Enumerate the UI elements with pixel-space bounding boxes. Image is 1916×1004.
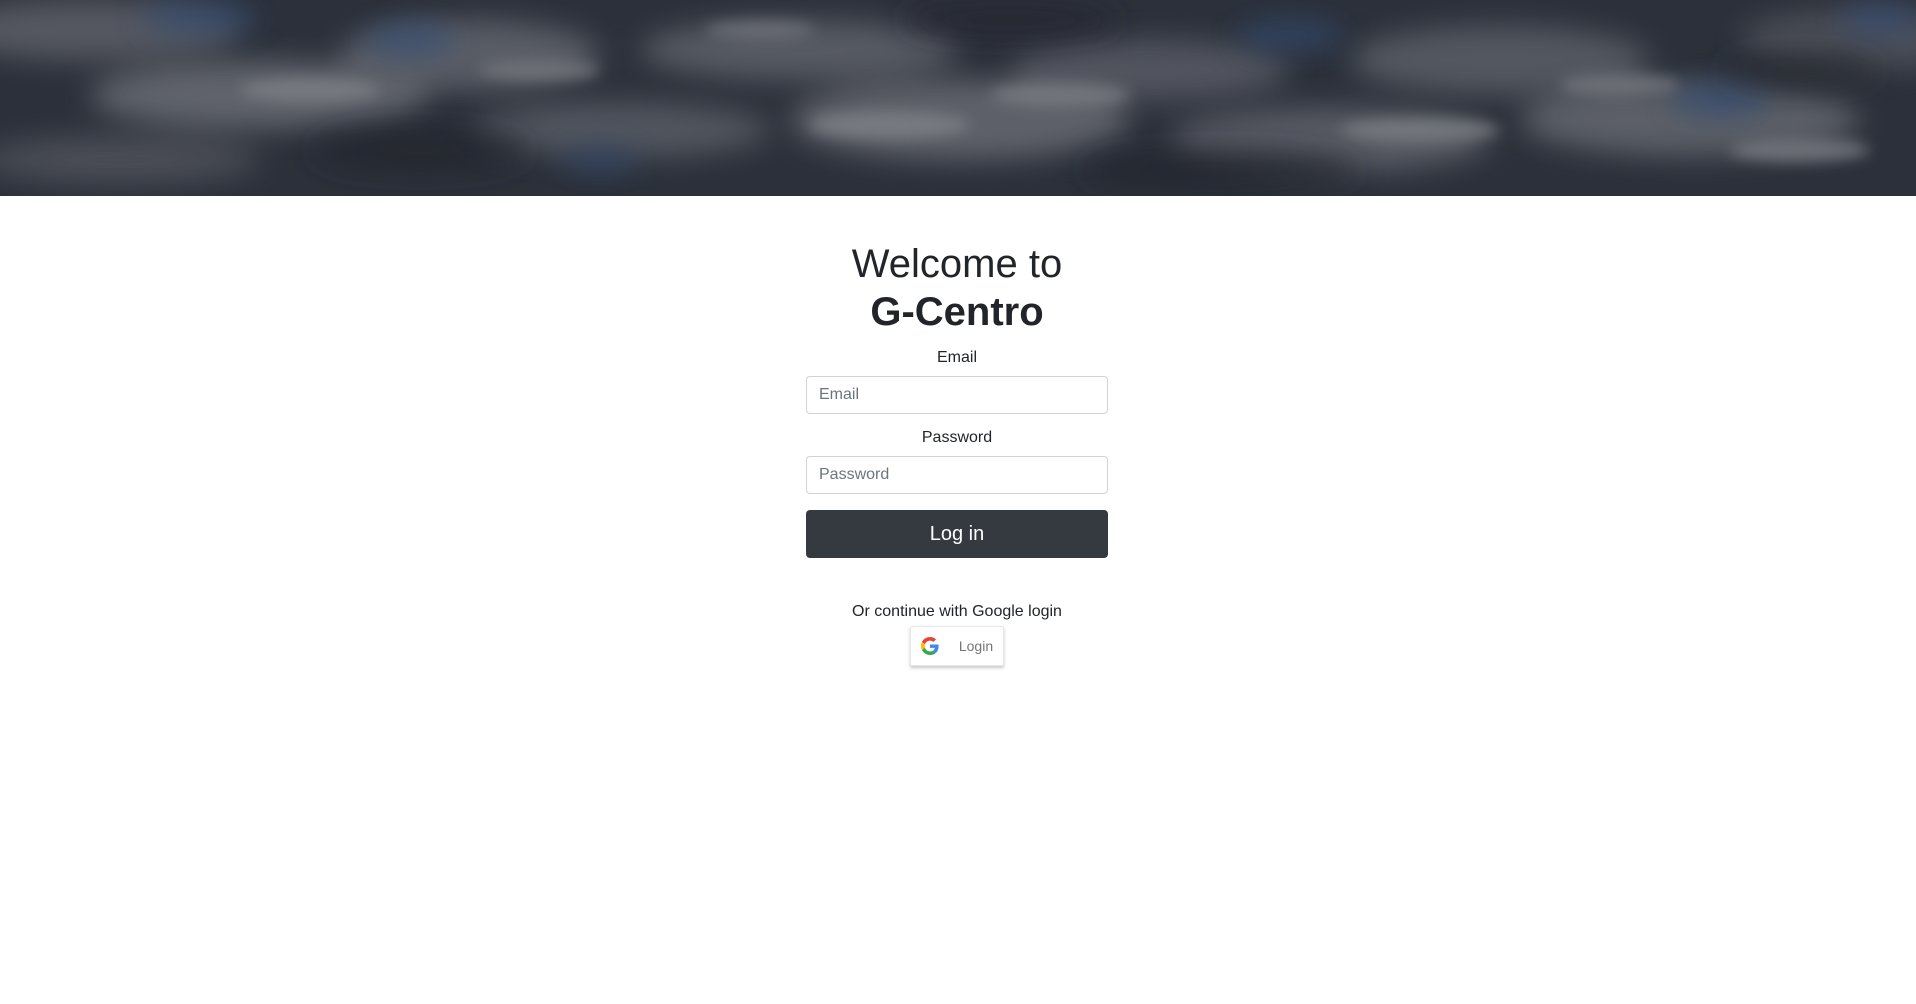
google-icon bbox=[920, 637, 939, 655]
google-login-prompt: Or continue with Google login bbox=[852, 603, 1062, 620]
google-login-button[interactable]: Login bbox=[909, 626, 1005, 666]
brand-title: G-Centro bbox=[870, 290, 1044, 334]
welcome-heading: Welcome to bbox=[851, 242, 1063, 286]
hero-banner bbox=[0, 0, 1916, 196]
google-login-label: Login bbox=[958, 638, 994, 654]
password-field[interactable] bbox=[806, 456, 1108, 494]
login-form: Email Password Log in bbox=[806, 346, 1108, 558]
password-label: Password bbox=[921, 429, 993, 446]
login-panel: Welcome to G-Centro Email Password Log i… bbox=[806, 240, 1108, 666]
cloud-background-image bbox=[0, 0, 1916, 196]
email-label: Email bbox=[936, 349, 977, 366]
login-button[interactable]: Log in bbox=[806, 510, 1108, 558]
email-field[interactable] bbox=[806, 376, 1108, 414]
